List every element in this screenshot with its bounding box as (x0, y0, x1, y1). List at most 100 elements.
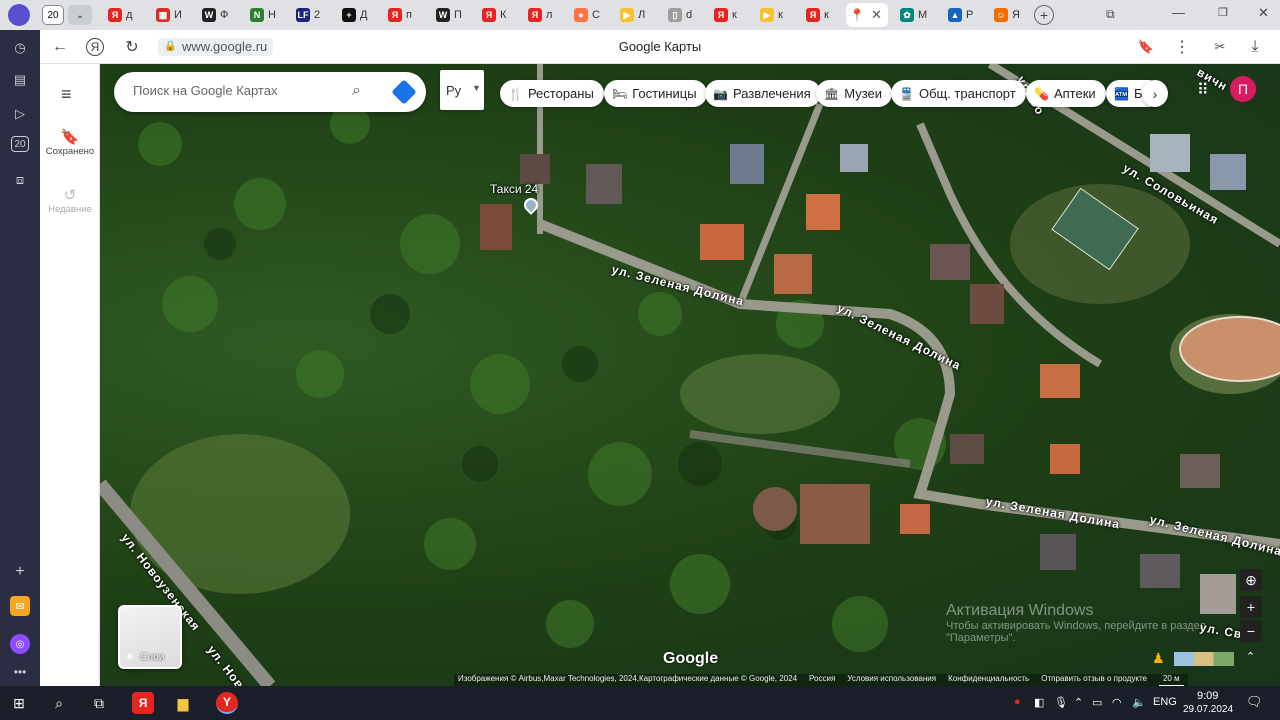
tab[interactable]: ● С (570, 3, 604, 27)
saved-button[interactable]: 🔖 Сохранено (40, 128, 100, 157)
tab[interactable]: Як (802, 3, 833, 27)
tab-count-badge[interactable]: 20 (42, 5, 64, 25)
mail-icon[interactable]: ✉ (10, 596, 30, 616)
file-explorer-icon[interactable]: ▆ (172, 692, 194, 714)
search-input[interactable] (133, 83, 343, 98)
category-chip[interactable]: 🍴 Рестораны (500, 80, 604, 107)
layers-button[interactable]: ◈ Слои (118, 605, 182, 669)
imagery-thumbnails[interactable] (1174, 652, 1234, 666)
media-icon[interactable]: ⧈ (10, 170, 30, 190)
apps-grid-icon[interactable]: ⠿ (1197, 80, 1209, 100)
microphone-icon[interactable]: 🎙 (1054, 696, 1068, 709)
clock-time[interactable]: 9:09 (1197, 690, 1218, 702)
tab[interactable]: + Д (338, 3, 371, 27)
tab-title: д (126, 9, 133, 21)
close-icon[interactable]: ✕ (871, 7, 882, 23)
footer-link-terms[interactable]: Условия использования (847, 674, 936, 686)
category-chip[interactable]: 🏛 Музеи (816, 80, 893, 107)
scale-label[interactable]: 20 м (1158, 674, 1184, 686)
tray-app-icon[interactable]: ◧ (1034, 696, 1044, 709)
tab[interactable]: WП (432, 3, 466, 27)
tab[interactable]: Як (710, 3, 741, 27)
tab[interactable]: WФ (198, 3, 232, 27)
category-icon: 🚆 (899, 86, 914, 101)
zoom-in-button[interactable]: + (1240, 596, 1262, 618)
task-view-icon[interactable]: ⧉ (88, 692, 110, 714)
tray-chevron-icon[interactable]: ⌃ (1074, 696, 1083, 709)
poi-taxi-label[interactable]: Такси 24 (490, 182, 538, 196)
screenshot-icon[interactable]: ✂ (1210, 37, 1230, 57)
tab[interactable]: ЯК (478, 3, 510, 27)
download-icon[interactable]: ⤓ (1245, 37, 1265, 57)
recent-button[interactable]: ↺ Недавние (40, 186, 100, 215)
watermark-subtitle: Чтобы активировать Windows, перейдите в … (946, 620, 1206, 632)
tab[interactable]: ▦ И (152, 3, 186, 27)
new-tab-button[interactable]: + (1034, 5, 1054, 25)
restore-button[interactable]: ❐ (1218, 6, 1228, 19)
map-canvas[interactable]: Такси 24 ул. Зеленая Долина ул. Зеленая … (100, 64, 1280, 686)
tab[interactable]: ▶ к (756, 3, 787, 27)
yandex-taskbar-icon[interactable]: Я (132, 692, 154, 714)
category-chip[interactable]: 📷 Развлечения (705, 80, 821, 107)
zoom-out-button[interactable]: − (1240, 620, 1262, 642)
yandex-logo-icon[interactable]: Я (86, 38, 104, 56)
tab[interactable]: Яп (384, 3, 416, 27)
clock-date[interactable]: 29.07.2024 (1183, 704, 1233, 715)
footer-link-feedback[interactable]: Отправить отзыв о продукте (1041, 674, 1147, 686)
tab-count-sidebar-icon[interactable]: 20 (11, 136, 29, 152)
collections-icon[interactable]: ⧉ (1106, 7, 1115, 22)
url-text: www.google.ru (182, 39, 268, 54)
my-location-button[interactable]: ⊕ (1240, 569, 1262, 591)
tab-google-maps[interactable]: 📍 ✕ (846, 3, 888, 27)
language-indicator[interactable]: ENG (1153, 696, 1177, 708)
pegman-icon[interactable]: ♟ (1152, 650, 1165, 667)
directions-icon[interactable] (391, 79, 417, 105)
footer-link-privacy[interactable]: Конфиденциальность (948, 674, 1029, 686)
notifications-icon[interactable]: 🗨 (1246, 694, 1263, 710)
windows-start-icon[interactable]: ⊞ (8, 692, 30, 714)
category-chip[interactable]: 💊 Аптеки (1026, 80, 1106, 107)
tab[interactable]: ▲ Р (944, 3, 977, 27)
chevron-up-icon[interactable]: ⌃ (1246, 650, 1255, 663)
more-dots-icon[interactable]: ••• (10, 662, 30, 682)
category-chip[interactable]: 🛏 Гостиницы (604, 80, 707, 107)
tray-yandex-icon[interactable]: ● (1014, 696, 1021, 708)
notes-icon[interactable]: ▤ (10, 70, 30, 90)
category-icon: 💊 (1034, 86, 1049, 101)
yandex-browser-icon[interactable]: Y (216, 692, 238, 714)
bookmark-icon: 🔖 (60, 129, 80, 146)
document-icon: ▯ (668, 8, 682, 22)
volume-icon[interactable]: 🔈 (1132, 696, 1146, 709)
tab[interactable]: ▯ d (664, 3, 696, 27)
add-panel-icon[interactable]: + (10, 562, 30, 582)
search-icon[interactable]: ⌕ (352, 82, 361, 100)
chevron-down-icon[interactable]: ⌄ (68, 5, 92, 25)
wifi-icon[interactable]: ◠ (1112, 696, 1122, 709)
url-field[interactable]: 🔒 www.google.ru (158, 38, 274, 56)
profile-avatar[interactable] (8, 4, 30, 26)
tab[interactable]: ✿ М (896, 3, 931, 27)
tab[interactable]: LF 2 (292, 3, 324, 27)
back-arrow-icon[interactable]: ← (50, 37, 70, 57)
tab[interactable]: ▶ Л (616, 3, 649, 27)
hamburger-menu-icon[interactable]: ≡ (61, 84, 72, 105)
tab[interactable]: NН (246, 3, 280, 27)
reload-icon[interactable]: ↻ (122, 37, 142, 57)
chips-next-button[interactable]: › (1142, 80, 1168, 107)
more-menu-icon[interactable]: ⋮ (1172, 37, 1192, 57)
footer-link-russia[interactable]: Россия (809, 674, 835, 686)
account-avatar[interactable]: П (1230, 76, 1256, 102)
close-window-button[interactable]: ✕ (1258, 5, 1269, 21)
battery-icon[interactable]: ▭ (1092, 696, 1102, 709)
tab[interactable]: ☺ Я (990, 3, 1024, 27)
tab[interactable]: Ял (524, 3, 556, 27)
minimize-button[interactable]: — (1172, 5, 1185, 20)
search-icon[interactable]: ⌕ (48, 692, 70, 714)
language-selector[interactable]: Ру ▼ (440, 70, 484, 110)
history-icon[interactable]: ◷ (10, 38, 30, 58)
bookmark-icon[interactable]: 🔖 (1136, 37, 1156, 57)
category-chip[interactable]: 🚆 Общ. транспорт (891, 80, 1026, 107)
tab[interactable]: Яд (104, 3, 136, 27)
alice-icon[interactable]: ◎ (10, 634, 30, 654)
play-circle-icon[interactable]: ▷ (10, 104, 30, 124)
